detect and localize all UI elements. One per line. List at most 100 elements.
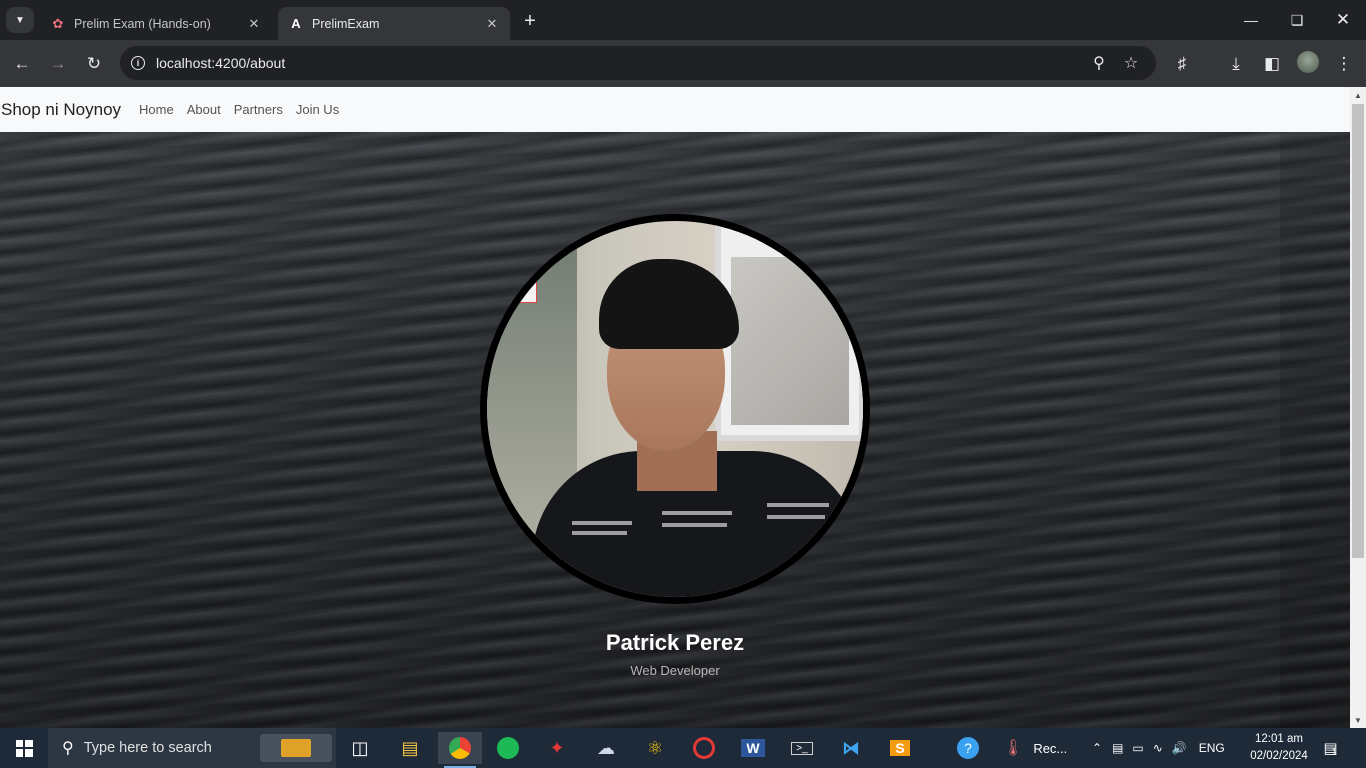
task-view-icon: ◫ [351,737,369,758]
sublime-button[interactable]: S [878,732,922,764]
taskbar-search[interactable]: ⚲ Type here to search [48,728,336,768]
system-tray: ⌃ ▤ ▭ ∿ 🔊 ENG [1092,728,1225,768]
thermometer-icon: 🌡 [1003,740,1024,757]
start-button[interactable] [0,728,48,768]
windows-icon [15,739,33,757]
minimize-icon: — [1244,12,1258,28]
tab-title: Prelim Exam (Hands-on) [74,16,211,31]
profile-name: Patrick Perez [605,630,745,655]
arrow-right-icon: → [49,54,67,73]
minimize-button[interactable]: — [1228,0,1274,40]
volume-icon[interactable]: 🔊 [1172,741,1187,755]
forward-button[interactable]: → [44,50,72,78]
nav-join-us[interactable]: Join Us [296,102,339,117]
angular-icon: A [291,16,301,31]
chrome-icon [449,737,471,759]
page-viewport: Shop ni Noynoy Home About Partners Join … [0,87,1350,728]
clock-time: 12:01 am [1255,733,1303,745]
search-placeholder: Type here to search [83,740,212,756]
back-button[interactable]: ← [8,50,36,78]
info-icon: i [131,56,145,70]
restore-icon: ❏ [1290,11,1304,28]
chrome-button[interactable] [438,732,482,768]
more-vert-icon: ⋮ [1335,54,1353,73]
opera-button[interactable] [682,732,726,764]
chevron-up-icon[interactable]: ⌃ [1092,741,1102,755]
nav-home[interactable]: Home [139,102,174,117]
extensions-button[interactable]: ♯ [1168,50,1196,78]
help-button[interactable]: ? [946,732,990,764]
photo-sign [507,263,537,303]
downloads-button[interactable]: ⤓ [1222,50,1250,78]
search-highlight-widget[interactable] [260,734,332,762]
task-view-button[interactable]: ◫ [338,732,382,764]
tab-search-button[interactable]: ▼ [6,7,34,33]
profile-photo-image [487,221,863,597]
tab-prelimexam[interactable]: A PrelimExam ✕ [278,7,510,40]
recorder-app[interactable]: 🌡 Rec... [1003,728,1067,768]
download-icon: ⤓ [1232,54,1240,73]
spotify-button[interactable] [486,732,530,764]
scroll-down-arrow-icon[interactable]: ▼ [1350,712,1366,728]
help-icon: ? [957,737,979,759]
site-info-button[interactable]: i [120,56,156,70]
tab-title: PrelimExam [312,16,380,31]
new-tab-button[interactable]: + [518,10,542,32]
profile-role: Web Developer [630,663,720,678]
bookmark-star-icon[interactable]: ☆ [1120,52,1142,74]
terminal-button[interactable]: >_ [780,732,824,764]
hero-section: Patrick Perez Web Developer [0,132,1350,728]
notification-count: 1 [1331,747,1337,757]
notification-center-button[interactable]: ▤ 1 [1318,736,1342,760]
tab-strip: ▼ ✿ Prelim Exam (Hands-on) ✕ A PrelimExa… [0,0,1366,40]
url-text[interactable]: localhost:4200/about [156,55,285,71]
file-explorer-button[interactable]: ▤ [388,732,432,764]
word-button[interactable]: W [731,732,775,764]
brand-link[interactable]: Shop ni Noynoy [1,100,121,120]
page-scrollbar[interactable]: ▲ ▼ [1350,87,1366,728]
nav-about[interactable]: About [187,102,221,117]
scroll-up-arrow-icon[interactable]: ▲ [1350,87,1366,103]
close-icon[interactable]: ✕ [246,16,262,32]
scrollbar-thumb[interactable] [1352,104,1364,558]
close-window-button[interactable]: ✕ [1320,0,1366,40]
menu-button[interactable]: ⋮ [1330,50,1358,78]
vscode-icon: ⧒ [842,737,860,758]
windows-taskbar: ⚲ Type here to search ◫ ▤ ✦ ☁ ⚛ W >_ ⧒ S… [0,728,1366,768]
site-navbar: Shop ni Noynoy Home About Partners Join … [0,87,1350,132]
zoom-icon[interactable]: ⚲ [1088,52,1110,74]
side-panel-button[interactable]: ◧ [1258,50,1286,78]
taskbar-clock[interactable]: 12:01 am 02/02/2024 [1243,731,1315,765]
clock-date: 02/02/2024 [1250,750,1308,762]
restore-button[interactable]: ❏ [1274,0,1320,40]
side-panel-icon: ◧ [1263,54,1281,73]
garena-button[interactable]: ✦ [535,732,579,764]
arrow-left-icon: ← [13,54,31,73]
python-button[interactable]: ⚛ [633,732,677,764]
language-indicator[interactable]: ENG [1199,741,1225,755]
close-icon[interactable]: ✕ [484,16,500,32]
reload-button[interactable]: ↻ [80,50,108,78]
profile-photo [480,214,870,604]
profile-avatar[interactable] [1297,51,1319,73]
briefcase-icon [281,739,311,757]
close-icon: ✕ [1335,10,1351,29]
recorder-label: Rec... [1033,740,1068,756]
vscode-button[interactable]: ⧒ [829,732,873,764]
reload-icon: ↻ [86,54,102,73]
wifi-icon[interactable]: ∿ [1153,741,1163,755]
terminal-icon: >_ [791,741,813,755]
app-button[interactable]: ☁ [584,732,628,764]
nav-partners[interactable]: Partners [234,102,283,117]
opera-icon [693,737,715,759]
python-icon: ⚛ [646,737,664,758]
ai-studio-icon: ✿ [52,15,64,31]
word-icon: W [741,739,765,757]
network-adapter-icon[interactable]: ▤ [1112,741,1123,755]
address-bar[interactable]: i localhost:4200/about ⚲ ☆ [120,46,1156,80]
puzzle-icon: ♯ [1177,54,1187,73]
tab-prelim-exam-hands-on[interactable]: ✿ Prelim Exam (Hands-on) ✕ [40,7,272,40]
app-icon: ☁ [597,737,615,758]
sublime-icon: S [890,740,910,756]
battery-icon[interactable]: ▭ [1132,741,1143,755]
